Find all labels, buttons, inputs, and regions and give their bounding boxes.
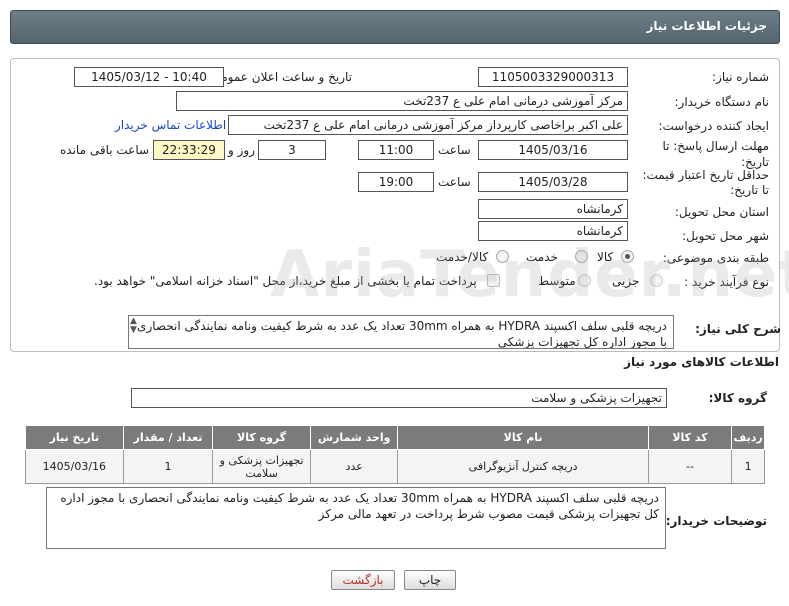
reply-deadline-label: مهلت ارسال پاسخ: تا تاریخ: [662,139,769,169]
remaining-label: ساعت باقی مانده [60,143,150,157]
cell-unit: عدد [309,449,399,484]
treasury-checkbox[interactable] [487,274,500,287]
category-option-service: خدمت [526,250,558,264]
validity-label-2: تا تاریخ: [730,183,769,197]
announce-label: تاریخ و ساعت اعلان عمومی: [207,70,352,84]
validity-time-label: ساعت [438,175,471,189]
category-radio-goods[interactable] [621,250,634,263]
summary-label: شرح کلی نیاز: [695,322,781,336]
buyer-org-label: نام دستگاه خریدار: [674,95,770,109]
buyer-notes-label: توضیحات خریدار: [665,514,767,528]
cell-date: 1405/03/16 [25,449,124,484]
process-option-medium: متوسط [538,274,576,288]
goods-section-title: اطلاعات کالاهای مورد نیاز [624,355,779,369]
category-label: طبقه بندی موضوعی: [662,251,769,265]
announce-field: 1405/03/12 - 10:40 [74,67,224,87]
category-radio-both[interactable] [496,250,509,263]
scroll-arrows-icon[interactable]: ▲ ▼ [130,317,140,335]
cell-code: -- [647,449,733,484]
validity-label-1: حداقل تاریخ اعتبار قیمت: [642,168,769,182]
col-unit: واحد شمارش [309,425,399,450]
reply-date-field: 1405/03/16 [478,140,628,160]
process-radio-medium[interactable] [578,274,591,287]
city-label: شهر محل تحویل: [682,229,769,243]
city-field: کرمانشاه [478,221,628,241]
category-option-goods: کالا [597,250,614,264]
payment-note: پرداخت تمام یا بخشی از مبلغ خرید،از محل … [94,274,477,288]
goods-group-label: گروه کالا: [708,391,767,405]
buyer-notes-text: دریچه قلبی سلف اکسپند HYDRA به همراه 30m… [46,487,666,549]
province-field: کرمانشاه [478,199,628,219]
cell-row: 1 [731,449,765,484]
process-label: نوع فرآیند خرید : [684,275,769,289]
process-radio-minor[interactable] [650,274,663,287]
province-label: استان محل تحویل: [674,205,769,219]
col-row: ردیف [731,425,765,450]
col-code: کد کالا [647,425,733,450]
validity-date-field: 1405/03/28 [478,172,628,192]
summary-text: دریچه قلبی سلف اکسپند HYDRA به همراه 30m… [128,315,674,349]
days-field: 3 [258,140,326,160]
validity-time-field: 19:00 [358,172,434,192]
cell-group: تجهیزات پزشکی و سلامت [212,449,311,484]
remaining-time-field: 22:33:29 [153,140,225,160]
col-name: نام کالا [397,425,649,450]
goods-group-field: تجهیزات پزشکی و سلامت [131,388,667,408]
reply-time-label: ساعت [438,143,471,157]
category-option-both: کالا/خدمت [436,250,489,264]
reply-time-field: 11:00 [358,140,434,160]
requester-field: علی اکبر براخاصی کارپرداز مرکز آموزشی در… [228,115,628,135]
category-radio-service[interactable] [575,250,588,263]
need-number-label: شماره نیاز: [712,70,769,84]
col-group: گروه کالا [212,425,311,450]
need-number-field: 1105003329000313 [478,67,628,87]
back-button[interactable]: بازگشت [331,570,395,590]
page-title: جزئیات اطلاعات نیاز [646,19,767,33]
requester-label: ایجاد کننده درخواست: [658,119,769,133]
goods-table-header: ردیف کد کالا نام کالا واحد شمارش گروه کا… [25,425,765,450]
col-date: تاریخ نیاز [25,425,124,450]
cell-qty: 1 [122,449,214,484]
print-button[interactable]: چاپ [404,570,456,590]
cell-name: دریچه کنترل آنژیوگرافی [397,449,649,484]
table-row: 1 -- دریچه کنترل آنژیوگرافی عدد تجهیزات … [25,449,765,484]
col-qty: تعداد / مقدار [122,425,214,450]
buyer-org-field: مرکز آموزشی درمانی امام علی ع 237تخت [176,91,628,111]
days-label: روز و [228,143,255,157]
buyer-contact-link[interactable]: اطلاعات تماس خریدار [115,118,226,132]
page-header: جزئیات اطلاعات نیاز [10,10,780,44]
process-option-minor: جزیی [612,274,640,288]
goods-table: ردیف کد کالا نام کالا واحد شمارش گروه کا… [25,425,765,484]
